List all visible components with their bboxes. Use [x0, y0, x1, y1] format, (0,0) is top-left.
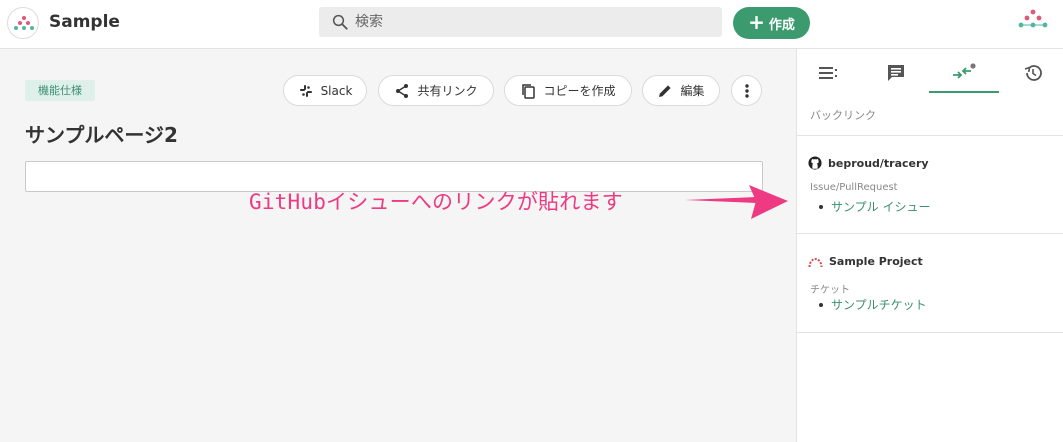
tab-outline[interactable] — [807, 55, 851, 91]
copy-page-label: コピーを作成 — [543, 84, 616, 98]
workspace-avatar[interactable] — [1017, 9, 1049, 37]
active-tab-indicator — [929, 91, 999, 93]
divider — [797, 332, 1063, 333]
slack-button-label: Slack — [320, 83, 353, 98]
create-button-label: 作成 — [768, 17, 795, 33]
outline-list-icon — [819, 67, 837, 79]
project-arch-icon — [808, 257, 823, 267]
annotation-text: GitHubイシューへのリンクが貼れます — [249, 190, 623, 214]
plus-icon: + — [748, 10, 765, 34]
divider — [797, 233, 1063, 234]
share-link-label: 共有リンク — [417, 84, 478, 98]
backlink-source-project[interactable]: Sample Project — [808, 255, 923, 268]
page-title: サンプルページ2 — [25, 123, 178, 147]
share-link-button[interactable]: 共有リンク — [378, 75, 494, 106]
edit-button[interactable]: 編集 — [642, 75, 720, 106]
tab-backlinks[interactable] — [941, 55, 985, 91]
slack-icon — [299, 84, 312, 97]
annotation-arrow-icon — [685, 185, 788, 219]
tab-history[interactable] — [1011, 55, 1055, 91]
main-content: 機能仕様 Slack 共有リンク コピーを作成 編集 サンプルページ2 GitH… — [0, 49, 796, 442]
search-input[interactable] — [355, 7, 715, 37]
top-header: Sample + 作成 — [0, 0, 1063, 49]
copy-icon — [522, 83, 536, 99]
ticket-type-label: チケット — [810, 285, 850, 296]
comment-icon — [888, 65, 904, 81]
page-tag[interactable]: 機能仕様 — [25, 80, 95, 101]
backlink-item-ticket[interactable]: サンプルチケット — [819, 296, 927, 313]
create-button[interactable]: + 作成 — [733, 7, 810, 39]
app-title[interactable]: Sample — [49, 12, 120, 32]
workspace-logo-icon — [1018, 9, 1048, 28]
pencil-icon — [659, 84, 672, 97]
search-icon — [332, 14, 348, 30]
history-icon — [1024, 65, 1042, 81]
issue-type-label: Issue/PullRequest — [810, 182, 898, 193]
slack-button[interactable]: Slack — [283, 75, 367, 106]
share-icon — [396, 83, 409, 98]
backlink-item-issue[interactable]: サンプル イシュー — [819, 198, 930, 215]
copy-page-button[interactable]: コピーを作成 — [504, 75, 632, 106]
logo-dots-icon — [14, 16, 34, 30]
edit-button-label: 編集 — [680, 84, 705, 98]
github-icon — [808, 156, 822, 170]
side-panel: バックリンク beproud/tracery Issue/PullRequest… — [796, 49, 1063, 442]
github-repo-name: beproud/tracery — [828, 156, 929, 170]
backlink-arrows-icon — [953, 63, 976, 79]
search-bar[interactable] — [319, 7, 722, 37]
more-options-button[interactable] — [731, 75, 762, 106]
more-vert-icon — [744, 83, 749, 98]
backlinks-section-label: バックリンク — [810, 109, 876, 122]
divider — [797, 135, 1063, 136]
backlink-source-github[interactable]: beproud/tracery — [808, 156, 929, 170]
app-logo[interactable] — [7, 7, 39, 39]
project-name: Sample Project — [829, 255, 923, 268]
tab-comments[interactable] — [874, 55, 918, 91]
